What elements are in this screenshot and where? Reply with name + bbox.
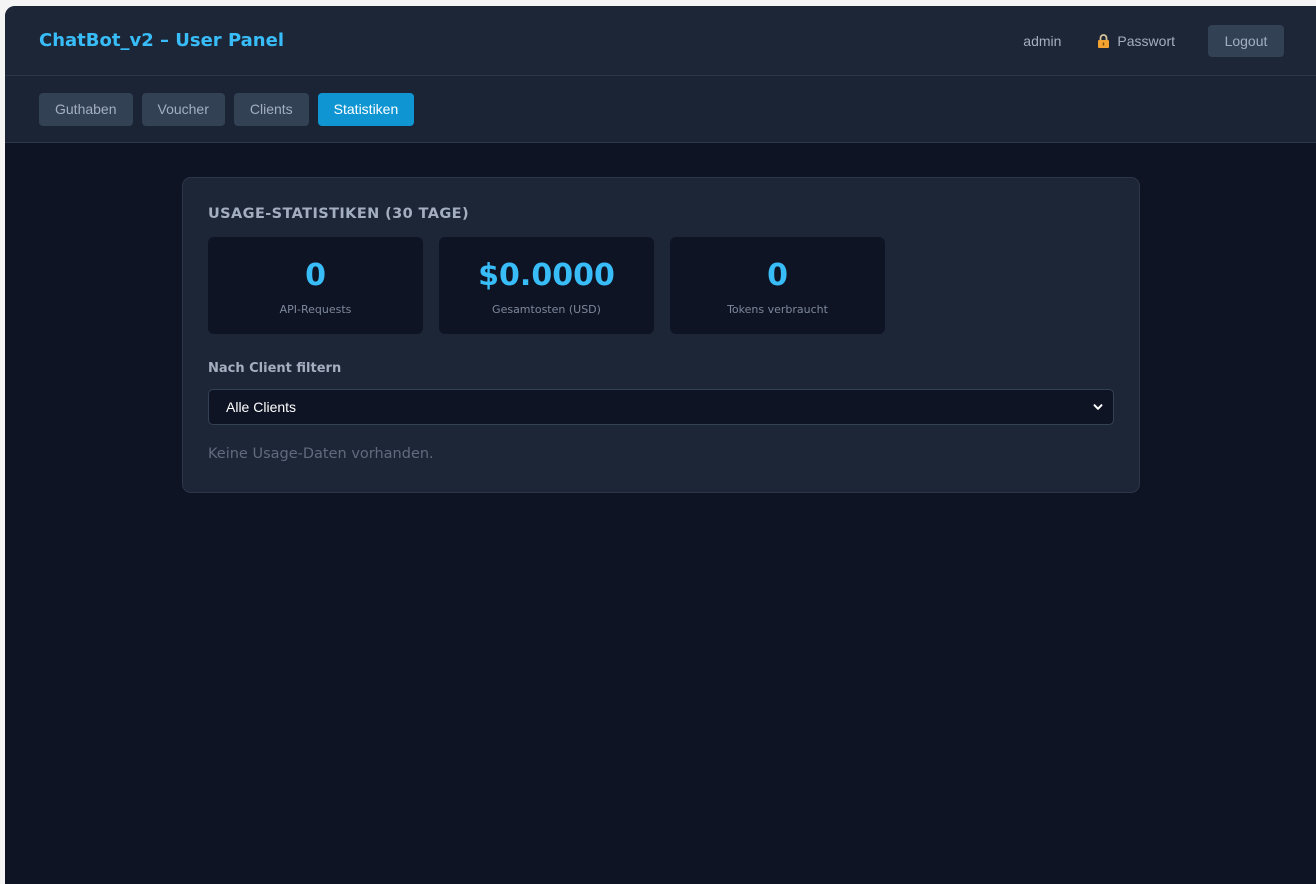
- client-filter-select[interactable]: Alle Clients: [208, 389, 1114, 425]
- usage-stats-card: USAGE-STATISTIKEN (30 TAGE) 0 API-Reques…: [182, 177, 1140, 493]
- stat-value: $0.0000: [478, 258, 615, 293]
- chevron-down-icon: [1093, 404, 1103, 410]
- app-window: ChatBot_v2 – User Panel admin Passwort L…: [5, 6, 1316, 884]
- stat-tokens-used: 0 Tokens verbraucht: [670, 237, 885, 334]
- card-title: USAGE-STATISTIKEN (30 TAGE): [208, 206, 469, 222]
- empty-state-message: Keine Usage-Daten vorhanden.: [208, 446, 434, 462]
- tab-bar: Guthaben Voucher Clients Statistiken: [5, 76, 1316, 143]
- lock-icon: [1098, 33, 1110, 48]
- stat-total-cost: $0.0000 Gesamtosten (USD): [439, 237, 654, 334]
- logout-button[interactable]: Logout: [1208, 24, 1284, 57]
- password-link-label: Passwort: [1117, 32, 1175, 49]
- stat-label: API-Requests: [279, 303, 352, 316]
- stats-row: 0 API-Requests $0.0000 Gesamtosten (USD)…: [208, 237, 1114, 334]
- tab-clients[interactable]: Clients: [233, 92, 309, 126]
- stat-value: 0: [305, 258, 326, 293]
- app-title: ChatBot_v2 – User Panel: [39, 30, 284, 51]
- stat-label: Gesamtosten (USD): [492, 303, 601, 316]
- password-link[interactable]: Passwort: [1097, 33, 1175, 49]
- client-filter-value: Alle Clients: [226, 399, 297, 415]
- tab-statistiken[interactable]: Statistiken: [317, 92, 415, 126]
- tab-voucher[interactable]: Voucher: [141, 92, 225, 126]
- stat-api-requests: 0 API-Requests: [208, 237, 423, 334]
- username-label: admin: [1023, 32, 1062, 49]
- client-filter-label: Nach Client filtern: [208, 361, 342, 376]
- tab-guthaben[interactable]: Guthaben: [39, 92, 133, 126]
- stat-label: Tokens verbraucht: [727, 303, 828, 316]
- stat-value: 0: [767, 258, 788, 293]
- top-bar: ChatBot_v2 – User Panel admin Passwort L…: [5, 6, 1316, 76]
- top-bar-actions: admin Passwort Logout: [1023, 24, 1284, 57]
